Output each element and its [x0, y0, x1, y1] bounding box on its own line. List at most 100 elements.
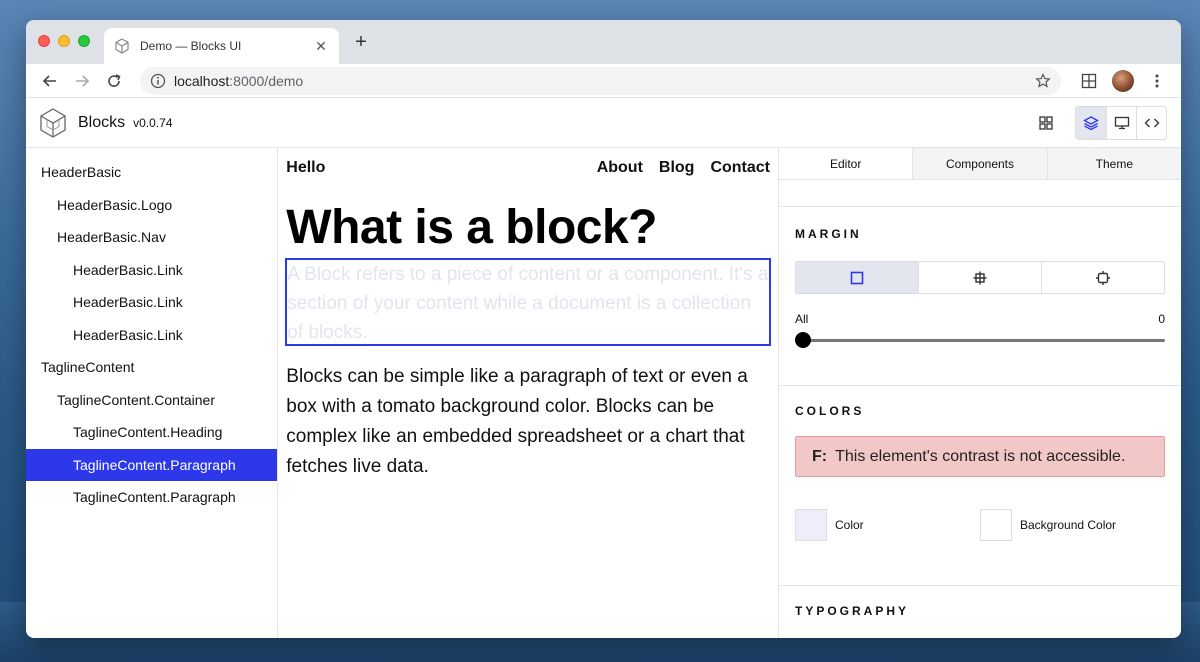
text-color-label: Color: [835, 518, 864, 532]
slider-track[interactable]: [799, 339, 1165, 342]
browser-menu-button[interactable]: [1143, 67, 1171, 95]
maximize-window-button[interactable]: [78, 35, 90, 47]
code-icon: [1144, 118, 1159, 127]
margin-mode-tabs: [795, 261, 1165, 294]
tree-item[interactable]: TaglineContent.Paragraph: [26, 481, 277, 514]
preview-link-about[interactable]: About: [597, 159, 643, 177]
margin-slider[interactable]: [795, 332, 1165, 348]
new-tab-button[interactable]: +: [351, 32, 371, 52]
tab-strip: Demo — Blocks UI ✕ +: [26, 20, 1181, 64]
url-path: :8000/demo: [229, 72, 304, 89]
blocks-logo-icon: [40, 107, 66, 138]
tree-item[interactable]: HeaderBasic.Nav: [26, 221, 277, 254]
tab-components[interactable]: Components: [912, 148, 1047, 179]
panel-tabs: Editor Components Theme: [779, 148, 1181, 180]
colors-section: COLORS F: This element's contrast is not…: [779, 386, 1181, 586]
minimize-window-button[interactable]: [58, 35, 70, 47]
slider-label: All: [795, 312, 809, 326]
text-color-swatch[interactable]: [795, 509, 827, 541]
info-icon[interactable]: [150, 73, 166, 89]
close-window-button[interactable]: [38, 35, 50, 47]
preview-link-contact[interactable]: Contact: [710, 159, 770, 177]
preview-link-blog[interactable]: Blog: [659, 159, 695, 177]
tree-item[interactable]: HeaderBasic.Link: [26, 286, 277, 319]
code-view-button[interactable]: [1136, 106, 1166, 139]
grid-view-button[interactable]: [1031, 107, 1061, 139]
bg-color-swatch[interactable]: [980, 509, 1012, 541]
kebab-menu-icon: [1155, 74, 1159, 87]
tab-editor[interactable]: Editor: [779, 148, 913, 179]
slider-value: 0: [1158, 312, 1165, 326]
app-header: Blocks v0.0.74: [26, 98, 1181, 148]
preview-header: Hello About Blog Contact: [286, 148, 770, 188]
profile-button[interactable]: [1109, 67, 1137, 95]
arrow-left-icon: [42, 74, 56, 87]
brand-name: Blocks: [78, 113, 126, 131]
forward-button[interactable]: [68, 67, 96, 95]
tab-theme[interactable]: Theme: [1046, 148, 1181, 179]
extensions-button[interactable]: [1075, 67, 1103, 95]
bg-color-control[interactable]: Background Color: [980, 509, 1165, 541]
desktop-preview-button[interactable]: [1106, 106, 1136, 139]
browser-toolbar: localhost:8000/demo: [26, 64, 1181, 98]
arrow-right-icon: [76, 74, 90, 87]
typography-section: TYPOGRAPHY: [779, 586, 1181, 618]
move-axes-icon: [973, 271, 987, 284]
tab-title: Demo — Blocks UI: [140, 39, 242, 53]
margin-title: MARGIN: [795, 227, 862, 241]
text-color-control[interactable]: Color: [795, 509, 980, 541]
window-controls: [38, 35, 90, 47]
preview-nav-links: About Blog Contact: [597, 159, 770, 177]
margin-section: MARGIN All 0: [779, 206, 1181, 386]
color-swatches: Color Background Color: [795, 509, 1165, 541]
close-tab-icon[interactable]: ✕: [313, 38, 329, 55]
alert-message: This element's contrast is not accessibl…: [835, 447, 1126, 465]
bookmark-star-icon[interactable]: [1035, 72, 1051, 89]
reload-button[interactable]: [100, 67, 128, 95]
cube-favicon-icon: [115, 38, 129, 54]
workspace: HeaderBasic HeaderBasic.Logo HeaderBasic.N…: [26, 148, 1181, 638]
selected-paragraph[interactable]: A Block refers to a piece of content or …: [285, 258, 771, 346]
browser-window: Demo — Blocks UI ✕ + localhost:8000/demo: [26, 20, 1181, 638]
tree-item[interactable]: HeaderBasic.Logo: [26, 189, 277, 222]
tree-item[interactable]: HeaderBasic.Link: [26, 254, 277, 287]
view-mode-toggle: [1075, 105, 1167, 140]
layers-view-button[interactable]: [1076, 106, 1106, 139]
address-bar[interactable]: localhost:8000/demo: [140, 66, 1061, 95]
tree-item[interactable]: TaglineContent: [26, 351, 277, 384]
bg-color-label: Background Color: [1020, 518, 1117, 532]
url-text: localhost:8000/demo: [174, 73, 1035, 89]
grid-window-icon: [1081, 73, 1097, 88]
slider-thumb[interactable]: [795, 332, 811, 348]
layer-tree: HeaderBasic HeaderBasic.Logo HeaderBasic.N…: [26, 148, 279, 638]
avatar: [1112, 69, 1134, 92]
tree-item[interactable]: TaglineContent.Paragraph: [26, 448, 278, 481]
colors-title: COLORS: [795, 404, 865, 418]
tree-item[interactable]: HeaderBasic.Link: [26, 319, 277, 352]
sides-icon: [1096, 270, 1110, 285]
margin-slider-labels: All 0: [795, 312, 1165, 326]
preview-canvas: Hello About Blog Contact What is a block…: [278, 148, 779, 638]
monitor-icon: [1114, 116, 1129, 129]
layers-icon: [1083, 115, 1099, 130]
browser-tab[interactable]: Demo — Blocks UI ✕: [104, 28, 339, 64]
margin-sides-button[interactable]: [1041, 262, 1164, 293]
margin-axis-button[interactable]: [918, 262, 1041, 293]
grid-icon: [1039, 115, 1053, 130]
square-icon: [850, 271, 864, 284]
preview-heading[interactable]: What is a block?: [286, 204, 770, 252]
alert-grade: F:: [812, 447, 828, 465]
tree-item[interactable]: HeaderBasic: [26, 156, 277, 189]
contrast-alert: F: This element's contrast is not access…: [795, 436, 1165, 477]
back-button[interactable]: [36, 67, 64, 95]
preview-logo[interactable]: Hello: [286, 159, 325, 177]
tree-item[interactable]: TaglineContent.Container: [26, 384, 277, 417]
margin-all-button[interactable]: [796, 262, 918, 293]
typography-title: TYPOGRAPHY: [795, 604, 910, 618]
reload-icon: [108, 73, 121, 87]
url-host: localhost: [174, 72, 230, 89]
tree-item[interactable]: TaglineContent.Heading: [26, 416, 277, 449]
preview-paragraph[interactable]: Blocks can be simple like a paragraph of…: [286, 362, 770, 482]
version-label: v0.0.74: [133, 115, 173, 130]
properties-panel: Editor Components Theme MARGIN All 0 COL…: [779, 148, 1181, 638]
